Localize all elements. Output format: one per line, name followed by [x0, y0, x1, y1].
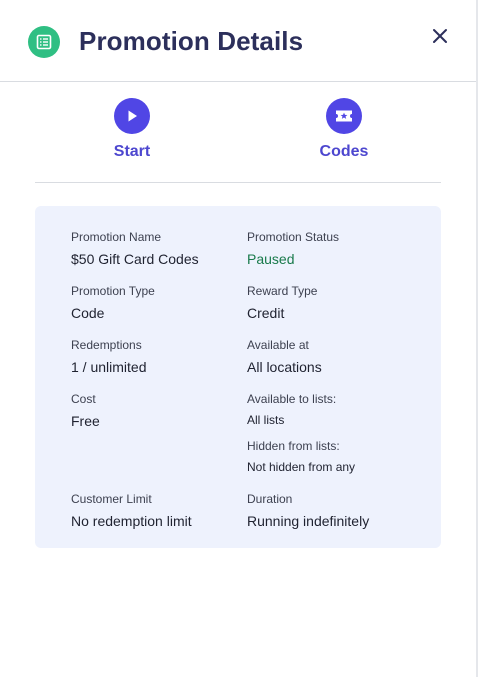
redemptions-field: Redemptions 1 / unlimited: [71, 337, 146, 376]
available-to-lists-label: Available to lists:: [247, 392, 337, 406]
codes-button[interactable]: Codes: [294, 98, 394, 161]
reward-type-value: Credit: [247, 305, 285, 321]
cost-value: Free: [71, 413, 100, 429]
start-button[interactable]: Start: [82, 98, 182, 161]
ticket-icon: [326, 98, 362, 134]
available-to-lists-field: Available to lists: All lists: [247, 391, 336, 429]
customer-limit-value: No redemption limit: [71, 513, 192, 529]
redemptions-label: Redemptions: [71, 338, 142, 352]
promotion-type-value: Code: [71, 305, 105, 321]
promotion-details-panel: Promotion Details Start Codes Promotion …: [0, 0, 478, 677]
promotion-type-field: Promotion Type Code: [71, 283, 155, 322]
status-badge: Paused: [247, 251, 295, 267]
hidden-from-lists-value: Not hidden from any: [247, 460, 356, 474]
redemptions-value: 1 / unlimited: [71, 359, 147, 375]
page-title: Promotion Details: [79, 26, 304, 56]
duration-label: Duration: [247, 492, 293, 506]
play-icon: [114, 98, 150, 134]
panel-header: Promotion Details: [0, 0, 476, 82]
available-at-label: Available at: [247, 338, 309, 352]
available-to-lists-value: All lists: [247, 413, 285, 427]
close-icon: [433, 29, 447, 43]
promotion-name-field: Promotion Name $50 Gift Card Codes: [71, 229, 199, 268]
close-button[interactable]: [428, 24, 452, 48]
codes-label: Codes: [319, 143, 369, 160]
customer-limit-field: Customer Limit No redemption limit: [71, 491, 192, 530]
available-at-field: Available at All locations: [247, 337, 322, 376]
promotion-type-label: Promotion Type: [71, 284, 155, 298]
customer-limit-label: Customer Limit: [71, 492, 152, 506]
details-card: Promotion Name $50 Gift Card Codes Promo…: [35, 206, 441, 548]
hidden-from-lists-label: Hidden from lists:: [247, 439, 340, 453]
promotion-status-label: Promotion Status: [247, 230, 340, 244]
promotion-status-field: Promotion Status Paused: [247, 229, 339, 268]
promotion-name-label: Promotion Name: [71, 230, 162, 244]
cost-field: Cost Free: [71, 391, 100, 430]
action-bar: Start Codes: [35, 98, 441, 183]
cost-label: Cost: [71, 392, 96, 406]
start-label: Start: [113, 143, 151, 160]
list-icon: [28, 26, 60, 58]
available-at-value: All locations: [247, 359, 322, 375]
duration-value: Running indefinitely: [247, 513, 370, 529]
duration-field: Duration Running indefinitely: [247, 491, 369, 530]
hidden-from-lists-field: Hidden from lists: Not hidden from any: [247, 438, 355, 476]
reward-type-field: Reward Type Credit: [247, 283, 317, 322]
promotion-name-value: $50 Gift Card Codes: [71, 251, 199, 267]
reward-type-label: Reward Type: [247, 284, 318, 298]
